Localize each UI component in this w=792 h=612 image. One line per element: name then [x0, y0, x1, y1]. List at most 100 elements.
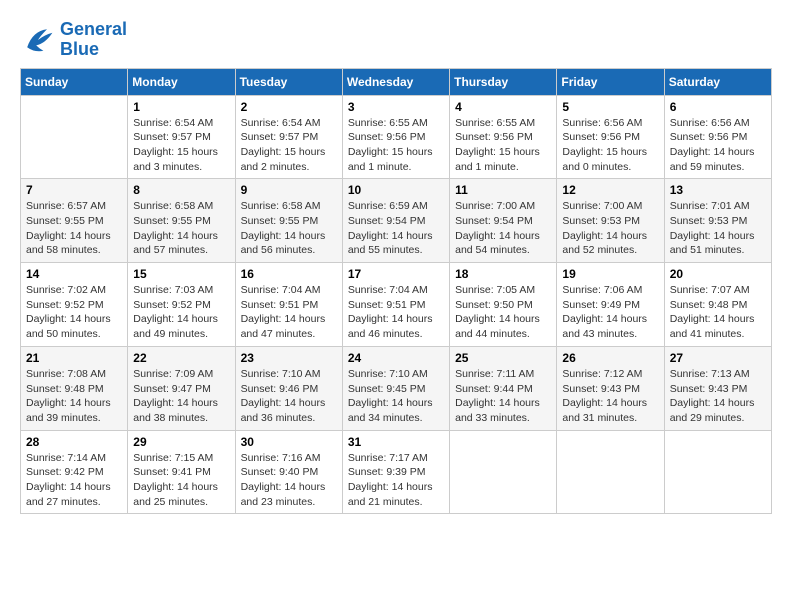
day-info: Sunrise: 7:10 AM Sunset: 9:45 PM Dayligh… — [348, 367, 444, 426]
calendar-cell: 19 Sunrise: 7:06 AM Sunset: 9:49 PM Dayl… — [557, 263, 664, 347]
day-info: Sunrise: 7:13 AM Sunset: 9:43 PM Dayligh… — [670, 367, 766, 426]
day-number: 18 — [455, 267, 551, 281]
day-info: Sunrise: 7:03 AM Sunset: 9:52 PM Dayligh… — [133, 283, 229, 342]
calendar-cell: 10 Sunrise: 6:59 AM Sunset: 9:54 PM Dayl… — [342, 179, 449, 263]
day-info: Sunrise: 6:54 AM Sunset: 9:57 PM Dayligh… — [133, 116, 229, 175]
calendar-cell — [557, 430, 664, 514]
day-number: 15 — [133, 267, 229, 281]
day-number: 16 — [241, 267, 337, 281]
day-info: Sunrise: 7:15 AM Sunset: 9:41 PM Dayligh… — [133, 451, 229, 510]
day-info: Sunrise: 6:56 AM Sunset: 9:56 PM Dayligh… — [670, 116, 766, 175]
calendar-cell: 23 Sunrise: 7:10 AM Sunset: 9:46 PM Dayl… — [235, 346, 342, 430]
day-info: Sunrise: 7:04 AM Sunset: 9:51 PM Dayligh… — [348, 283, 444, 342]
day-number: 14 — [26, 267, 122, 281]
day-info: Sunrise: 6:59 AM Sunset: 9:54 PM Dayligh… — [348, 199, 444, 258]
calendar-cell: 4 Sunrise: 6:55 AM Sunset: 9:56 PM Dayli… — [450, 95, 557, 179]
day-number: 11 — [455, 183, 551, 197]
calendar-cell — [450, 430, 557, 514]
day-info: Sunrise: 6:58 AM Sunset: 9:55 PM Dayligh… — [241, 199, 337, 258]
day-number: 2 — [241, 100, 337, 114]
calendar-cell: 21 Sunrise: 7:08 AM Sunset: 9:48 PM Dayl… — [21, 346, 128, 430]
day-info: Sunrise: 7:09 AM Sunset: 9:47 PM Dayligh… — [133, 367, 229, 426]
logo: General Blue — [20, 20, 127, 60]
weekday-header-saturday: Saturday — [664, 68, 771, 95]
calendar-cell: 13 Sunrise: 7:01 AM Sunset: 9:53 PM Dayl… — [664, 179, 771, 263]
day-info: Sunrise: 6:56 AM Sunset: 9:56 PM Dayligh… — [562, 116, 658, 175]
page-header: General Blue — [20, 20, 772, 60]
day-info: Sunrise: 6:54 AM Sunset: 9:57 PM Dayligh… — [241, 116, 337, 175]
day-number: 17 — [348, 267, 444, 281]
day-info: Sunrise: 7:01 AM Sunset: 9:53 PM Dayligh… — [670, 199, 766, 258]
calendar-cell: 17 Sunrise: 7:04 AM Sunset: 9:51 PM Dayl… — [342, 263, 449, 347]
weekday-header-thursday: Thursday — [450, 68, 557, 95]
day-info: Sunrise: 6:55 AM Sunset: 9:56 PM Dayligh… — [455, 116, 551, 175]
calendar-cell: 2 Sunrise: 6:54 AM Sunset: 9:57 PM Dayli… — [235, 95, 342, 179]
day-info: Sunrise: 7:02 AM Sunset: 9:52 PM Dayligh… — [26, 283, 122, 342]
calendar-cell: 18 Sunrise: 7:05 AM Sunset: 9:50 PM Dayl… — [450, 263, 557, 347]
weekday-header-monday: Monday — [128, 68, 235, 95]
calendar-cell: 1 Sunrise: 6:54 AM Sunset: 9:57 PM Dayli… — [128, 95, 235, 179]
day-number: 7 — [26, 183, 122, 197]
day-info: Sunrise: 7:16 AM Sunset: 9:40 PM Dayligh… — [241, 451, 337, 510]
calendar-cell: 29 Sunrise: 7:15 AM Sunset: 9:41 PM Dayl… — [128, 430, 235, 514]
day-number: 10 — [348, 183, 444, 197]
day-number: 31 — [348, 435, 444, 449]
logo-text: General Blue — [60, 20, 127, 60]
day-number: 5 — [562, 100, 658, 114]
day-number: 4 — [455, 100, 551, 114]
day-number: 26 — [562, 351, 658, 365]
calendar-cell — [21, 95, 128, 179]
calendar-table: SundayMondayTuesdayWednesdayThursdayFrid… — [20, 68, 772, 515]
day-number: 21 — [26, 351, 122, 365]
calendar-cell: 26 Sunrise: 7:12 AM Sunset: 9:43 PM Dayl… — [557, 346, 664, 430]
day-info: Sunrise: 6:55 AM Sunset: 9:56 PM Dayligh… — [348, 116, 444, 175]
day-number: 9 — [241, 183, 337, 197]
day-number: 22 — [133, 351, 229, 365]
weekday-header-friday: Friday — [557, 68, 664, 95]
day-number: 8 — [133, 183, 229, 197]
calendar-cell: 24 Sunrise: 7:10 AM Sunset: 9:45 PM Dayl… — [342, 346, 449, 430]
calendar-cell: 31 Sunrise: 7:17 AM Sunset: 9:39 PM Dayl… — [342, 430, 449, 514]
day-info: Sunrise: 7:08 AM Sunset: 9:48 PM Dayligh… — [26, 367, 122, 426]
day-info: Sunrise: 7:12 AM Sunset: 9:43 PM Dayligh… — [562, 367, 658, 426]
calendar-cell: 14 Sunrise: 7:02 AM Sunset: 9:52 PM Dayl… — [21, 263, 128, 347]
calendar-cell: 20 Sunrise: 7:07 AM Sunset: 9:48 PM Dayl… — [664, 263, 771, 347]
day-number: 28 — [26, 435, 122, 449]
day-number: 30 — [241, 435, 337, 449]
calendar-cell: 15 Sunrise: 7:03 AM Sunset: 9:52 PM Dayl… — [128, 263, 235, 347]
day-number: 3 — [348, 100, 444, 114]
calendar-cell: 22 Sunrise: 7:09 AM Sunset: 9:47 PM Dayl… — [128, 346, 235, 430]
day-info: Sunrise: 6:58 AM Sunset: 9:55 PM Dayligh… — [133, 199, 229, 258]
day-info: Sunrise: 7:00 AM Sunset: 9:54 PM Dayligh… — [455, 199, 551, 258]
calendar-cell: 30 Sunrise: 7:16 AM Sunset: 9:40 PM Dayl… — [235, 430, 342, 514]
calendar-cell: 8 Sunrise: 6:58 AM Sunset: 9:55 PM Dayli… — [128, 179, 235, 263]
calendar-cell: 7 Sunrise: 6:57 AM Sunset: 9:55 PM Dayli… — [21, 179, 128, 263]
logo-icon — [20, 22, 56, 58]
day-number: 24 — [348, 351, 444, 365]
calendar-cell — [664, 430, 771, 514]
day-info: Sunrise: 7:07 AM Sunset: 9:48 PM Dayligh… — [670, 283, 766, 342]
calendar-cell: 9 Sunrise: 6:58 AM Sunset: 9:55 PM Dayli… — [235, 179, 342, 263]
weekday-header-wednesday: Wednesday — [342, 68, 449, 95]
day-number: 19 — [562, 267, 658, 281]
calendar-cell: 6 Sunrise: 6:56 AM Sunset: 9:56 PM Dayli… — [664, 95, 771, 179]
calendar-cell: 16 Sunrise: 7:04 AM Sunset: 9:51 PM Dayl… — [235, 263, 342, 347]
day-info: Sunrise: 7:14 AM Sunset: 9:42 PM Dayligh… — [26, 451, 122, 510]
day-info: Sunrise: 7:11 AM Sunset: 9:44 PM Dayligh… — [455, 367, 551, 426]
day-info: Sunrise: 6:57 AM Sunset: 9:55 PM Dayligh… — [26, 199, 122, 258]
day-number: 13 — [670, 183, 766, 197]
day-number: 23 — [241, 351, 337, 365]
calendar-cell: 25 Sunrise: 7:11 AM Sunset: 9:44 PM Dayl… — [450, 346, 557, 430]
day-info: Sunrise: 7:04 AM Sunset: 9:51 PM Dayligh… — [241, 283, 337, 342]
day-number: 29 — [133, 435, 229, 449]
calendar-cell: 3 Sunrise: 6:55 AM Sunset: 9:56 PM Dayli… — [342, 95, 449, 179]
day-info: Sunrise: 7:10 AM Sunset: 9:46 PM Dayligh… — [241, 367, 337, 426]
day-number: 6 — [670, 100, 766, 114]
day-number: 20 — [670, 267, 766, 281]
day-number: 1 — [133, 100, 229, 114]
day-info: Sunrise: 7:17 AM Sunset: 9:39 PM Dayligh… — [348, 451, 444, 510]
weekday-header-tuesday: Tuesday — [235, 68, 342, 95]
day-info: Sunrise: 7:06 AM Sunset: 9:49 PM Dayligh… — [562, 283, 658, 342]
day-number: 12 — [562, 183, 658, 197]
calendar-cell: 11 Sunrise: 7:00 AM Sunset: 9:54 PM Dayl… — [450, 179, 557, 263]
